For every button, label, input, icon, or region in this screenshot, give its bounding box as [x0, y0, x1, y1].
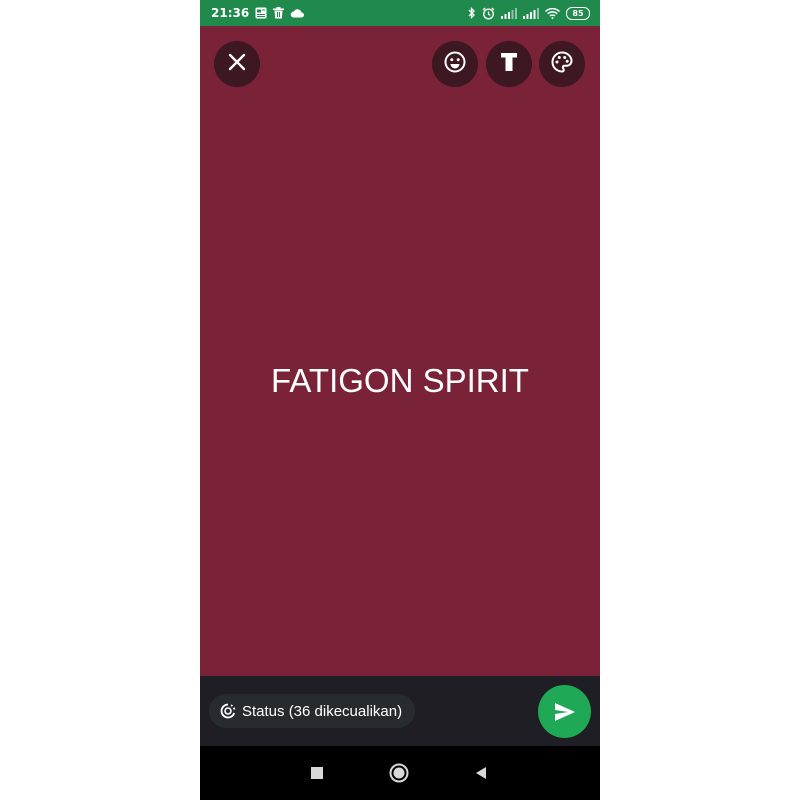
recent-apps-icon	[310, 766, 324, 780]
navigation-bar	[200, 746, 600, 800]
close-button[interactable]	[214, 41, 260, 87]
news-icon	[255, 7, 267, 19]
back-button[interactable]	[471, 763, 491, 783]
text-tool-icon	[499, 51, 519, 77]
palette-button[interactable]	[539, 41, 585, 87]
alarm-icon	[482, 7, 495, 20]
bottom-bar: Status (36 dikecualikan)	[200, 676, 600, 746]
trash-icon	[273, 7, 285, 19]
emoji-button[interactable]	[432, 41, 478, 87]
send-button[interactable]	[538, 685, 591, 738]
bluetooth-icon	[468, 7, 476, 19]
close-icon	[227, 52, 247, 76]
signal-icon	[501, 7, 517, 19]
cloud-icon	[290, 8, 305, 18]
back-icon	[474, 766, 488, 780]
wifi-icon	[545, 7, 560, 19]
signal-icon	[523, 7, 539, 19]
status-canvas[interactable]: FATIGON SPIRIT	[200, 26, 600, 676]
emoji-icon	[443, 50, 467, 78]
status-text[interactable]: FATIGON SPIRIT	[200, 362, 600, 400]
text-tool-button[interactable]	[486, 41, 532, 87]
phone-screen: 21:36 85 FATIGON SPIRIT Status (36 dikec…	[200, 0, 600, 800]
home-button[interactable]	[389, 763, 409, 783]
audience-selector[interactable]: Status (36 dikecualikan)	[209, 694, 416, 728]
clock: 21:36	[211, 6, 250, 20]
home-icon	[389, 763, 409, 783]
send-icon	[554, 702, 576, 722]
battery-icon: 85	[566, 6, 590, 20]
recent-apps-button[interactable]	[307, 763, 327, 783]
palette-icon	[550, 50, 574, 78]
status-privacy-icon	[220, 703, 236, 719]
audience-label: Status (36 dikecualikan)	[242, 702, 403, 720]
status-bar: 21:36 85	[200, 0, 600, 26]
